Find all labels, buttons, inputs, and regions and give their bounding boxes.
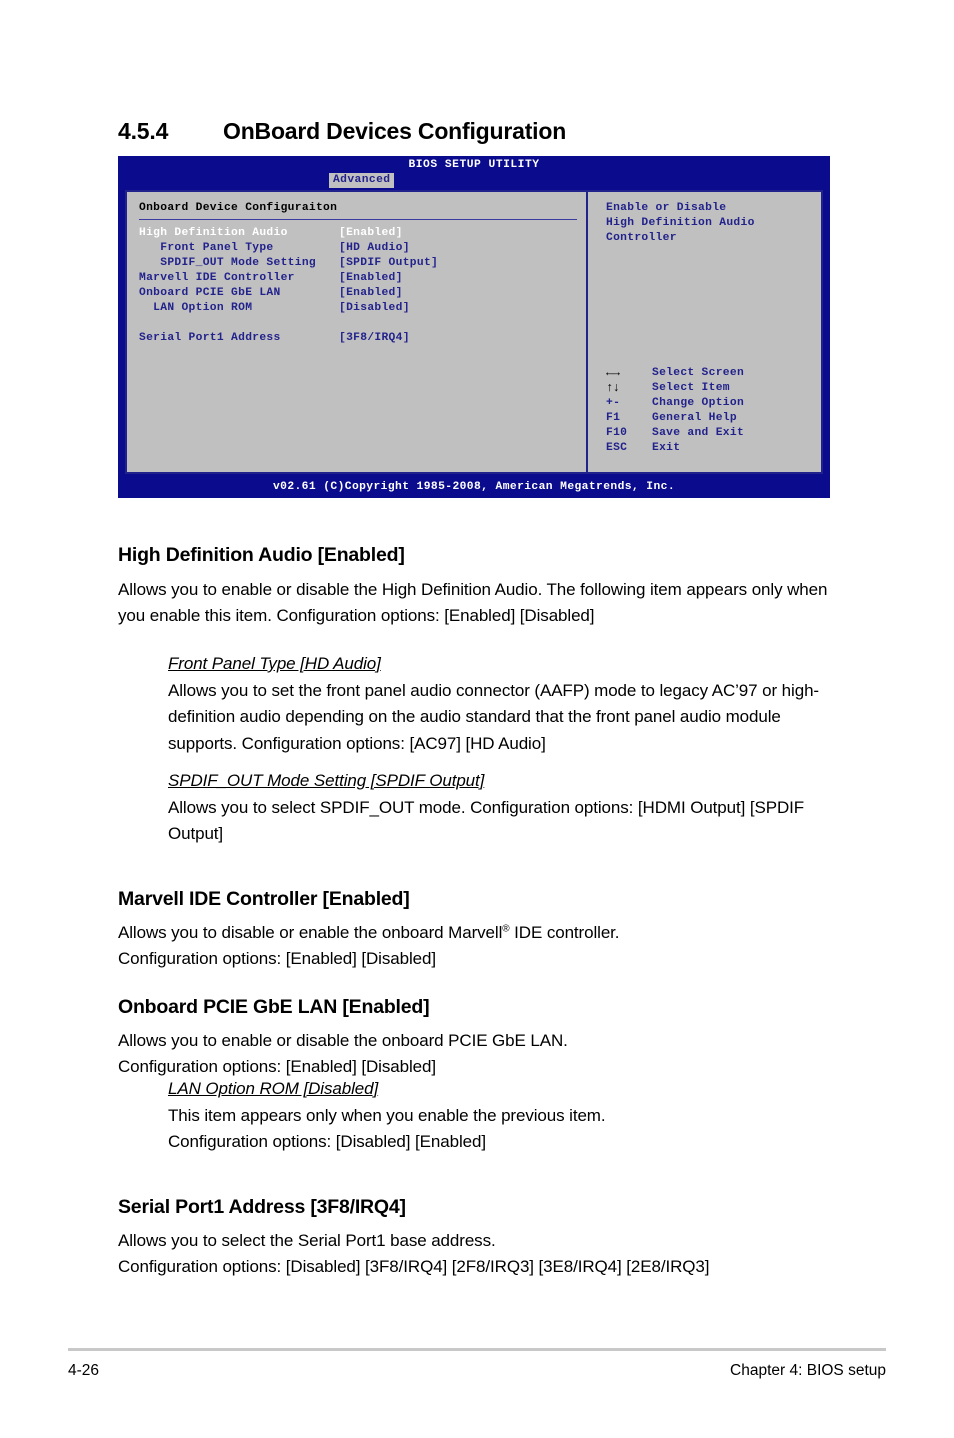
heading-onboard-pcie-gbe-lan: Onboard PCIE GbE LAN [Enabled] <box>118 995 430 1018</box>
subsection-spdif-out-mode: SPDIF_OUT Mode Setting [SPDIF Output] Al… <box>168 768 848 848</box>
nav-label: Select Item <box>652 382 730 394</box>
bios-option-onboard-pcie-gbe-lan[interactable]: Onboard PCIE GbE LAN [Enabled] <box>139 286 586 301</box>
para-text: Allows you to disable or enable the onbo… <box>118 923 503 942</box>
heading-marvell-ide-controller: Marvell IDE Controller [Enabled] <box>118 887 410 910</box>
para-marvell-ide-controller: Allows you to disable or enable the onbo… <box>118 920 848 971</box>
option-value: [Disabled] <box>339 302 410 314</box>
up-down-arrow-icon: ↑↓ <box>606 381 620 395</box>
heading-serial-port1-address: Serial Port1 Address [3F8/IRQ4] <box>118 1195 406 1218</box>
bios-body: Onboard Device Configuraiton High Defini… <box>125 190 823 474</box>
subheading-lan-option-rom: LAN Option ROM [Disabled] <box>168 1079 379 1098</box>
option-value: [Enabled] <box>339 272 403 284</box>
chapter-label: Chapter 4: BIOS setup <box>730 1362 886 1379</box>
option-label: LAN Option ROM <box>139 302 253 314</box>
plus-minus-key-icon: +- <box>606 397 621 409</box>
help-text-line: Controller <box>606 232 677 244</box>
para-serial-port1-address: Allows you to select the Serial Port1 ba… <box>118 1228 848 1279</box>
bios-option-lan-option-rom[interactable]: LAN Option ROM [Disabled] <box>139 301 586 316</box>
panel-divider <box>139 219 577 220</box>
nav-general-help: F1 General Help <box>606 411 816 426</box>
bios-navigation-legend: ←→ Select Screen ↑↓ Select Item +- Chang… <box>606 366 816 456</box>
subsection-lan-option-rom: LAN Option ROM [Disabled] This item appe… <box>168 1076 848 1156</box>
nav-select-item: ↑↓ Select Item <box>606 381 816 396</box>
para-front-panel-type: Allows you to set the front panel audio … <box>168 680 819 753</box>
para-text: Configuration options: [Disabled] [3F8/I… <box>118 1256 710 1276</box>
nav-label: General Help <box>652 412 737 424</box>
registered-trademark-icon: ® <box>502 923 510 935</box>
nav-label: Select Screen <box>652 367 745 379</box>
subsection-front-panel-type: Front Panel Type [HD Audio] Allows you t… <box>168 651 848 757</box>
page-number: 4-26 <box>68 1362 100 1379</box>
option-value: [3F8/IRQ4] <box>339 332 410 344</box>
f1-key-icon: F1 <box>606 412 621 424</box>
bios-setup-screenshot: BIOS SETUP UTILITY Advanced Onboard Devi… <box>118 156 830 498</box>
heading-high-definition-audio: High Definition Audio [Enabled] <box>118 543 405 566</box>
options-panel-title: Onboard Device Configuraiton <box>139 202 338 214</box>
option-label: Serial Port1 Address <box>139 332 281 344</box>
option-label: Onboard PCIE GbE LAN <box>139 287 281 299</box>
nav-label: Save and Exit <box>652 427 745 439</box>
option-value: [HD Audio] <box>339 242 410 254</box>
section-title: OnBoard Devices Configuration <box>223 118 567 144</box>
f10-key-icon: F10 <box>606 427 628 439</box>
nav-select-screen: ←→ Select Screen <box>606 366 816 381</box>
option-label: High Definition Audio <box>139 227 288 239</box>
left-right-arrow-icon: ←→ <box>606 366 620 380</box>
nav-label: Change Option <box>652 397 745 409</box>
bios-option-high-definition-audio[interactable]: High Definition Audio [Enabled] <box>139 226 586 241</box>
para-text: Allows you to select the Serial Port1 ba… <box>118 1231 496 1250</box>
para-high-definition-audio: Allows you to enable or disable the High… <box>118 580 828 625</box>
bios-title: BIOS SETUP UTILITY <box>119 157 829 173</box>
bios-copyright-bar: v02.61 (C)Copyright 1985-2008, American … <box>119 478 829 497</box>
bios-options-panel: Onboard Device Configuraiton High Defini… <box>127 192 588 472</box>
option-value: [Enabled] <box>339 227 403 239</box>
help-text-line: High Definition Audio <box>606 217 755 229</box>
subheading-front-panel-type: Front Panel Type [HD Audio] <box>168 654 381 673</box>
esc-key-icon: ESC <box>606 442 628 454</box>
bios-tab-bar: Advanced <box>119 173 829 188</box>
bios-option-marvell-ide-controller[interactable]: Marvell IDE Controller [Enabled] <box>139 271 586 286</box>
bios-help-panel: Enable or Disable High Definition Audio … <box>588 192 821 472</box>
bios-option-spdif-out-mode-setting[interactable]: SPDIF_OUT Mode Setting [SPDIF Output] <box>139 256 586 271</box>
nav-change-option: +- Change Option <box>606 396 816 411</box>
option-label: SPDIF_OUT Mode Setting <box>139 257 316 269</box>
footer-divider <box>68 1348 886 1351</box>
para-text: Configuration options: [Enabled] [Disabl… <box>118 1056 436 1076</box>
para-lan-option-rom-b: Configuration options: [Disabled] [Enabl… <box>168 1132 486 1151</box>
para-onboard-pcie-gbe-lan: Allows you to enable or disable the onbo… <box>118 1028 848 1079</box>
document-page: 4.5.4 OnBoard Devices Configuration BIOS… <box>0 0 954 1438</box>
nav-exit: ESC Exit <box>606 441 816 456</box>
para-text: Configuration options: [Enabled] [Disabl… <box>118 948 436 968</box>
option-label: Marvell IDE Controller <box>139 272 295 284</box>
option-value: [Enabled] <box>339 287 403 299</box>
subheading-spdif-out-mode: SPDIF_OUT Mode Setting [SPDIF Output] <box>168 771 485 790</box>
nav-save-and-exit: F10 Save and Exit <box>606 426 816 441</box>
option-label: Front Panel Type <box>139 242 274 254</box>
section-number: 4.5.4 <box>118 118 169 144</box>
nav-label: Exit <box>652 442 681 454</box>
para-text: IDE controller. <box>509 923 620 942</box>
para-spdif-out-mode: Allows you to select SPDIF_OUT mode. Con… <box>168 797 805 844</box>
bios-option-serial-port1-address[interactable]: Serial Port1 Address [3F8/IRQ4] <box>139 331 586 346</box>
tab-advanced[interactable]: Advanced <box>329 173 395 188</box>
para-text: Allows you to enable or disable the onbo… <box>118 1031 568 1050</box>
option-value: [SPDIF Output] <box>339 257 439 269</box>
bios-option-front-panel-type[interactable]: Front Panel Type [HD Audio] <box>139 241 586 256</box>
section-heading: 4.5.4 OnBoard Devices Configuration <box>118 118 858 145</box>
option-spacer <box>139 316 586 331</box>
help-text-line: Enable or Disable <box>606 202 727 214</box>
para-lan-option-rom-a: This item appears only when you enable t… <box>168 1105 606 1125</box>
